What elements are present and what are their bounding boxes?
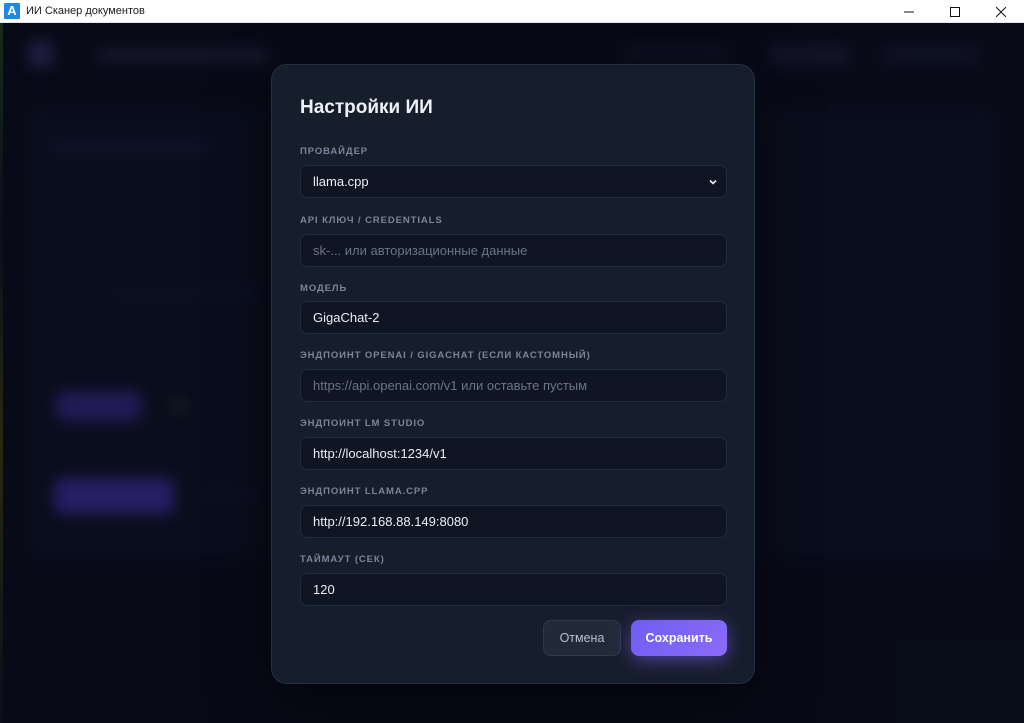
close-icon xyxy=(996,6,1006,17)
provider-select[interactable]: llama.cpp xyxy=(300,165,727,198)
openai-endpoint-placeholder: https://api.openai.com/v1 или оставьте п… xyxy=(313,378,588,393)
dialog-title: Настройки ИИ xyxy=(300,97,433,118)
window-controls xyxy=(886,0,1024,23)
app-logo-icon: A xyxy=(4,3,20,19)
lmstudio-endpoint-input[interactable]: http://localhost:1234/v1 xyxy=(300,437,727,470)
api-key-input[interactable]: sk-... или авторизационные данные xyxy=(300,234,727,267)
minimize-icon xyxy=(904,11,914,12)
lmstudio-endpoint-label: ЭНДПОИНТ LM STUDIO xyxy=(300,418,426,429)
lmstudio-endpoint-value: http://localhost:1234/v1 xyxy=(313,446,447,461)
openai-endpoint-label: ЭНДПОИНТ OPENAI / GIGACHAT (ЕСЛИ КАСТОМН… xyxy=(300,350,591,361)
timeout-label: ТАЙМАУТ (СЕК) xyxy=(300,554,385,565)
llamacpp-endpoint-label: ЭНДПОИНТ LLAMA.CPP xyxy=(300,486,429,497)
model-input[interactable]: GigaChat-2 xyxy=(300,301,727,334)
openai-endpoint-input[interactable]: https://api.openai.com/v1 или оставьте п… xyxy=(300,369,727,402)
maximize-icon xyxy=(950,6,960,17)
provider-label: ПРОВАЙДЕР xyxy=(300,146,369,157)
timeout-value: 120 xyxy=(313,582,335,597)
save-button[interactable]: Сохранить xyxy=(631,620,727,656)
maximize-button[interactable] xyxy=(932,0,978,23)
window-edge xyxy=(0,23,3,723)
timeout-input[interactable]: 120 xyxy=(300,573,727,606)
close-button[interactable] xyxy=(978,0,1024,23)
ai-settings-dialog: Настройки ИИ ПРОВАЙДЕР llama.cpp API КЛЮ… xyxy=(271,64,755,684)
minimize-button[interactable] xyxy=(886,0,932,23)
model-value: GigaChat-2 xyxy=(313,310,380,325)
llamacpp-endpoint-input[interactable]: http://192.168.88.149:8080 xyxy=(300,505,727,538)
chevron-down-icon xyxy=(709,179,717,185)
provider-value: llama.cpp xyxy=(313,174,369,189)
window-titlebar: A ИИ Сканер документов xyxy=(0,0,1024,23)
api-key-placeholder: sk-... или авторизационные данные xyxy=(313,243,528,258)
llamacpp-endpoint-value: http://192.168.88.149:8080 xyxy=(313,514,469,529)
model-label: МОДЕЛЬ xyxy=(300,283,348,294)
window-title: ИИ Сканер документов xyxy=(26,5,145,17)
cancel-button[interactable]: Отмена xyxy=(543,620,621,656)
api-key-label: API КЛЮЧ / CREDENTIALS xyxy=(300,215,443,226)
